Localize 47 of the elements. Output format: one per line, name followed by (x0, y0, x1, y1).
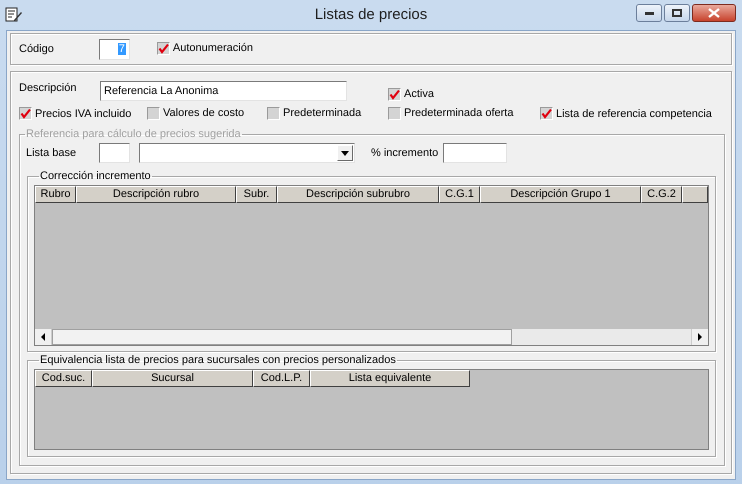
incremento-label: % incremento (371, 147, 440, 159)
close-icon (708, 8, 720, 18)
close-button[interactable] (692, 4, 736, 22)
referencia-legend: Referencia para cálculo de precios sugerida (25, 128, 242, 140)
codigo-label: Código (19, 43, 54, 55)
lista-base-field[interactable] (99, 143, 130, 163)
column-header[interactable]: Descripción subrubro (277, 186, 439, 203)
equivalencia-grid[interactable]: Cod.suc. Sucursal Cod.L.P. Lista equivalente (34, 369, 709, 450)
column-header[interactable]: Rubro (35, 186, 76, 203)
option-checkbox[interactable]: Predeterminada (267, 106, 362, 120)
column-header[interactable]: C.G.1 (439, 186, 480, 203)
lista-base-dropdown[interactable] (139, 143, 355, 163)
checkmark-icon (20, 108, 31, 119)
maximize-icon (672, 9, 682, 17)
column-header[interactable]: Cod.L.P. (253, 370, 310, 387)
column-header[interactable]: Sucursal (92, 370, 253, 387)
minimize-button[interactable] (636, 4, 662, 22)
minimize-icon (644, 12, 654, 14)
column-header[interactable]: Lista equivalente (310, 370, 470, 387)
correccion-legend: Corrección incremento (39, 170, 152, 182)
column-header[interactable]: C.G.2 (641, 186, 682, 203)
descripcion-label: Descripción (19, 82, 78, 94)
descripcion-field[interactable]: Referencia La Anonima (100, 81, 347, 101)
option-checkbox[interactable]: Valores de costo (147, 106, 244, 120)
lista-base-label: Lista base (26, 147, 78, 159)
column-header[interactable]: Cod.suc. (35, 370, 92, 387)
option-checkbox[interactable]: Predeterminada oferta (388, 106, 514, 120)
left-arrow-icon (40, 333, 46, 341)
window-title: Listas de precios (314, 6, 428, 23)
column-header[interactable]: Subr. (236, 186, 277, 203)
checkmark-icon (389, 88, 400, 100)
correccion-grid[interactable]: Rubro Descripción rubro Subr. Descripción subrubro C.G.1 Descripción Grupo 1 C.G.2 (34, 185, 709, 346)
blank-column-header (682, 186, 708, 203)
maximize-button[interactable] (664, 4, 690, 22)
column-header[interactable]: Descripción Grupo 1 (480, 186, 641, 203)
option-checkbox[interactable]: Precios IVA incluido (19, 107, 132, 120)
column-header[interactable]: Descripción rubro (76, 186, 236, 203)
right-arrow-icon (697, 333, 703, 341)
incremento-field[interactable] (443, 143, 507, 163)
activa-checkbox[interactable]: Activa (388, 88, 434, 100)
document-pencil-icon (5, 7, 23, 23)
option-checkbox[interactable]: Lista de referencia competencia (540, 107, 712, 120)
checkmark-icon (158, 42, 169, 54)
equivalencia-legend: Equivalencia lista de precios para sucursales con precios personalizados (39, 354, 397, 366)
autonumeracion-checkbox[interactable]: Autonumeración (156, 42, 253, 54)
checkmark-icon (541, 108, 552, 119)
dropdown-arrow-icon (341, 150, 349, 156)
